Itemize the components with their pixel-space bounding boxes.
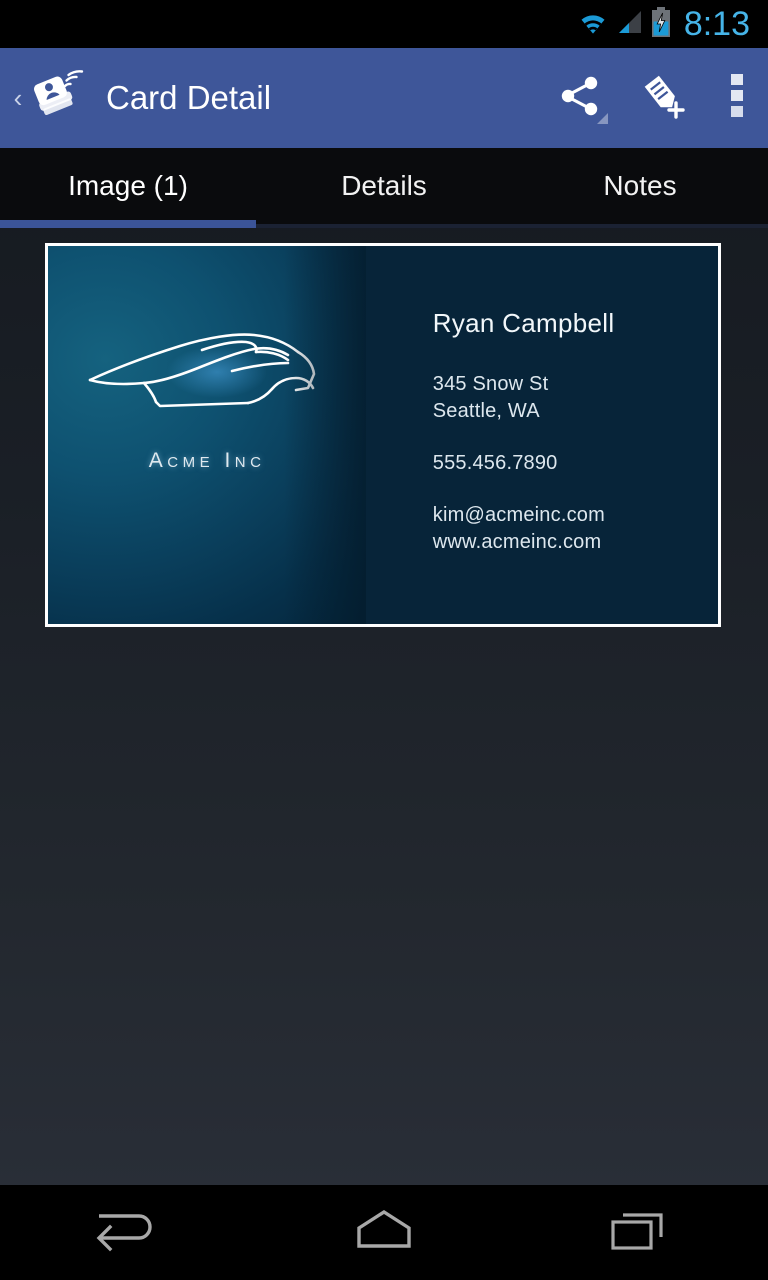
sports-car-outline-icon — [82, 316, 332, 436]
home-button[interactable] — [284, 1185, 484, 1280]
overflow-menu-button[interactable] — [706, 48, 768, 148]
share-button[interactable] — [538, 48, 622, 148]
home-icon — [349, 1206, 419, 1259]
contact-website: www.acmeinc.com — [432, 531, 602, 553]
address-line-1: 345 Snow St — [432, 373, 549, 395]
contact-email: kim@acmeinc.com — [432, 504, 605, 526]
action-bar: ‹ Card Detail — [0, 48, 768, 148]
tab-image[interactable]: Image (1) — [0, 148, 256, 224]
back-arrow-icon — [93, 1205, 163, 1260]
android-screen: 8:13 ‹ Card Detail Image (1) Details Not… — [0, 0, 768, 1280]
contact-web-block: kim@acmeinc.com www.acmeinc.com — [433, 502, 615, 556]
wifi-icon — [576, 8, 610, 41]
business-card-logo-panel: Acme Inc — [48, 246, 367, 624]
back-button[interactable] — [28, 1185, 228, 1280]
recents-button[interactable] — [540, 1185, 740, 1280]
cellular-signal-icon — [617, 8, 643, 41]
contact-address: 345 Snow St Seattle, WA — [433, 371, 615, 425]
tab-selected-indicator — [0, 220, 256, 228]
battery-charging-icon — [650, 6, 672, 42]
system-navigation-bar — [0, 1185, 768, 1280]
tab-notes[interactable]: Notes — [512, 148, 768, 224]
card-scanner-app-icon[interactable] — [28, 69, 86, 127]
recent-apps-icon — [605, 1206, 675, 1259]
contact-name: Ryan Campbell — [432, 308, 615, 338]
tab-bar: Image (1) Details Notes — [0, 148, 768, 224]
address-line-2: Seattle, WA — [432, 400, 540, 422]
share-dropdown-caret-icon[interactable] — [597, 113, 608, 124]
add-tag-button[interactable] — [622, 48, 706, 148]
company-name-logo-text: Acme Inc — [148, 449, 266, 472]
edit-tag-add-icon — [638, 70, 690, 127]
status-bar-icons — [576, 6, 672, 42]
status-bar-clock: 8:13 — [683, 5, 750, 43]
business-card-contact-block: Ryan Campbell 345 Snow St Seattle, WA 55… — [400, 246, 615, 556]
business-card-image[interactable]: Acme Inc Ryan Campbell 345 Snow St Seatt… — [45, 243, 721, 627]
overflow-menu-icon — [731, 73, 743, 123]
page-title: Card Detail — [106, 79, 272, 116]
business-card-canvas: Acme Inc Ryan Campbell 345 Snow St Seatt… — [48, 246, 718, 624]
contact-phone: 555.456.7890 — [432, 452, 558, 474]
up-navigation-chevron-icon[interactable]: ‹ — [8, 85, 28, 111]
tab-details[interactable]: Details — [256, 148, 512, 224]
status-bar: 8:13 — [0, 0, 768, 48]
